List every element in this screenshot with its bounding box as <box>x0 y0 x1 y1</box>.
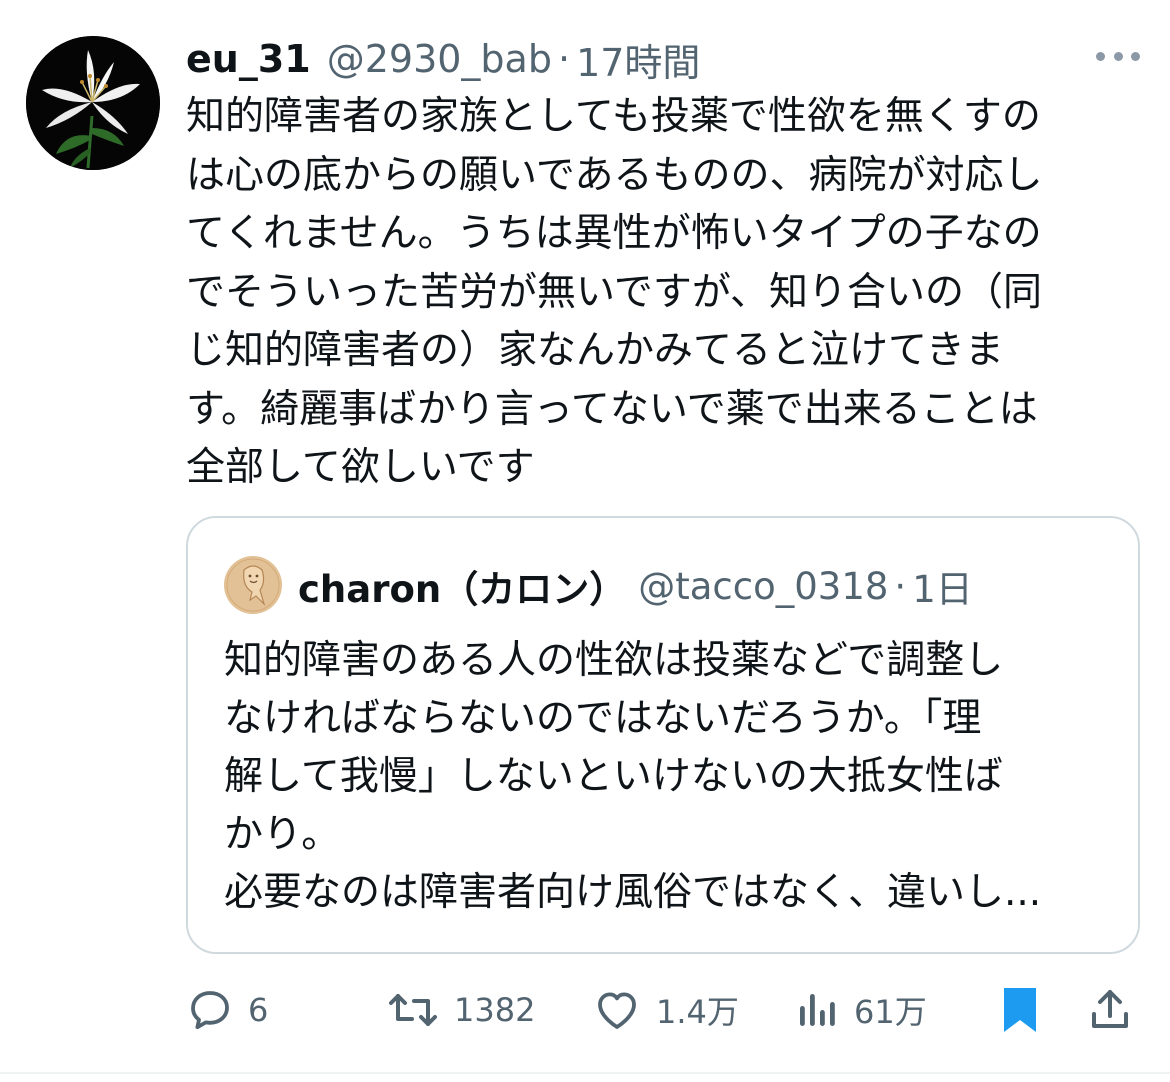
tweet-header: eu_31 @2930_bab · 17時間 <box>186 32 700 87</box>
quoted-author-handle[interactable]: @tacco_0318 <box>638 565 888 608</box>
author-display-name[interactable]: eu_31 <box>186 37 311 81</box>
tweet: eu_31 @2930_bab · 17時間 知的障害者の家族としても投薬で性欲… <box>0 0 1170 1082</box>
share-button[interactable] <box>1086 980 1134 1040</box>
lily-avatar-image <box>26 36 160 170</box>
quoted-header-separator: · <box>894 564 907 608</box>
retweet-button[interactable]: 1382 <box>386 980 535 1040</box>
retweet-icon <box>389 994 437 1026</box>
author-avatar[interactable] <box>26 36 160 170</box>
quoted-author-avatar[interactable] <box>224 556 282 614</box>
quoted-tweet-timestamp[interactable]: 1日 <box>912 559 973 613</box>
reply-count: 6 <box>248 991 269 1029</box>
bookmark-button[interactable] <box>998 980 1042 1040</box>
quoted-tweet-header: charon（カロン） @tacco_0318 · 1日 <box>298 560 973 612</box>
like-count: 1.4万 <box>656 993 739 1031</box>
view-count: 61万 <box>854 993 927 1031</box>
quoted-tweet-text: 知的障害のある人の性欲は投薬などで調整し なければならないのではないだろうか。「… <box>224 638 1042 915</box>
cookie-character-image <box>224 556 282 614</box>
views-icon <box>800 994 835 1026</box>
share-icon <box>1092 990 1128 1028</box>
reply-button[interactable]: 6 <box>186 980 268 1040</box>
header-separator: · <box>557 37 571 81</box>
bookmark-icon <box>1004 988 1036 1032</box>
quoted-author-display-name[interactable]: charon（カロン） <box>298 559 626 613</box>
more-icon[interactable] <box>1096 44 1140 68</box>
tweet-text: 知的障害者の家族としても投薬で性欲を無くすの は心の底からの願いであるものの、病… <box>186 94 1043 490</box>
tweet-timestamp[interactable]: 17時間 <box>576 32 700 87</box>
like-icon <box>598 992 636 1029</box>
tweet-divider <box>0 1072 1170 1074</box>
action-bar: 6 1382 1.4万 61万 <box>186 980 1140 1040</box>
retweet-count: 1382 <box>454 991 536 1029</box>
views-button[interactable]: 61万 <box>796 980 927 1040</box>
quoted-tweet[interactable]: charon（カロン） @tacco_0318 · 1日 知的障害のある人の性欲… <box>186 516 1140 954</box>
like-button[interactable]: 1.4万 <box>592 980 739 1040</box>
reply-icon <box>191 991 229 1030</box>
author-handle[interactable]: @2930_bab <box>327 37 552 81</box>
